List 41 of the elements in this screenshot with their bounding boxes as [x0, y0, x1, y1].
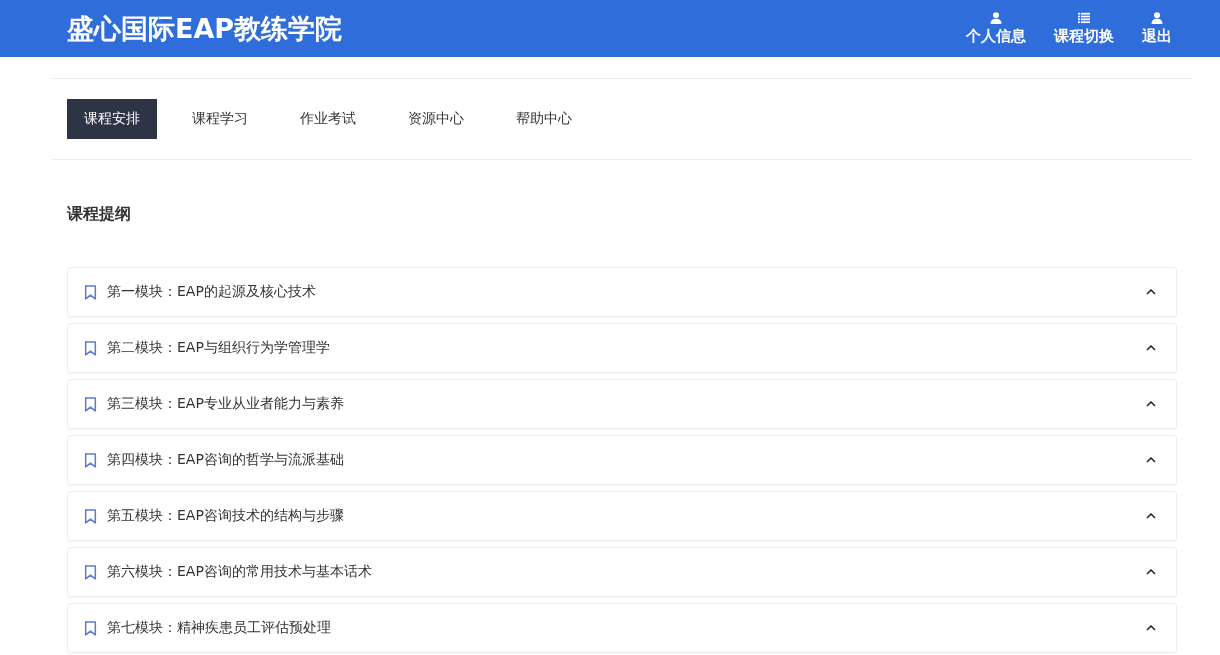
module-title: 第二模块：EAP与组织行为学管理学: [107, 339, 331, 357]
bookmark-icon: [84, 508, 97, 524]
bookmark-icon: [84, 340, 97, 356]
bookmark-icon: [84, 452, 97, 468]
tab[interactable]: 帮助中心: [499, 99, 589, 139]
user-icon: [990, 11, 1002, 24]
chevron-up-icon: [1146, 625, 1156, 631]
module-row[interactable]: 第三模块：EAP专业从业者能力与素养: [67, 379, 1177, 429]
chevron-up-icon: [1146, 289, 1156, 295]
chevron-up-icon: [1146, 457, 1156, 463]
chevron-up-icon: [1146, 345, 1156, 351]
site-title: 盛心国际EAP教练学院: [67, 11, 343, 46]
chevron-up-icon: [1146, 569, 1156, 575]
module-row[interactable]: 第六模块：EAP咨询的常用技术与基本话术: [67, 547, 1177, 597]
chevron-up-icon: [1146, 401, 1156, 407]
module-row[interactable]: 第五模块：EAP咨询技术的结构与步骤: [67, 491, 1177, 541]
module-title: 第五模块：EAP咨询技术的结构与步骤: [107, 507, 345, 525]
header-nav-link[interactable]: 退出: [1142, 11, 1172, 46]
header-nav-link[interactable]: 课程切换: [1054, 11, 1114, 46]
module-row[interactable]: 第二模块：EAP与组织行为学管理学: [67, 323, 1177, 373]
module-row[interactable]: 第四模块：EAP咨询的哲学与流派基础: [67, 435, 1177, 485]
tab[interactable]: 资源中心: [391, 99, 481, 139]
section-title: 课程提纲: [67, 204, 132, 225]
module-row[interactable]: 第一模块：EAP的起源及核心技术: [67, 267, 1177, 317]
module-title: 第三模块：EAP专业从业者能力与素养: [107, 395, 345, 413]
bookmark-icon: [84, 564, 97, 580]
module-title: 第四模块：EAP咨询的哲学与流派基础: [107, 451, 345, 469]
module-title: 第一模块：EAP的起源及核心技术: [107, 283, 317, 301]
module-row[interactable]: 第七模块：精神疾患员工评估预处理: [67, 603, 1177, 653]
bookmark-icon: [84, 620, 97, 636]
user-icon: [1151, 11, 1163, 24]
bookmark-icon: [84, 284, 97, 300]
module-title: 第七模块：精神疾患员工评估预处理: [107, 619, 332, 637]
chevron-up-icon: [1146, 513, 1156, 519]
list-icon: [1078, 11, 1090, 24]
tab[interactable]: 课程学习: [175, 99, 265, 139]
module-title: 第六模块：EAP咨询的常用技术与基本话术: [107, 563, 373, 581]
bookmark-icon: [84, 396, 97, 412]
tab[interactable]: 作业考试: [283, 99, 373, 139]
tab[interactable]: 课程安排: [67, 99, 157, 139]
header-nav-link[interactable]: 个人信息: [966, 11, 1026, 46]
